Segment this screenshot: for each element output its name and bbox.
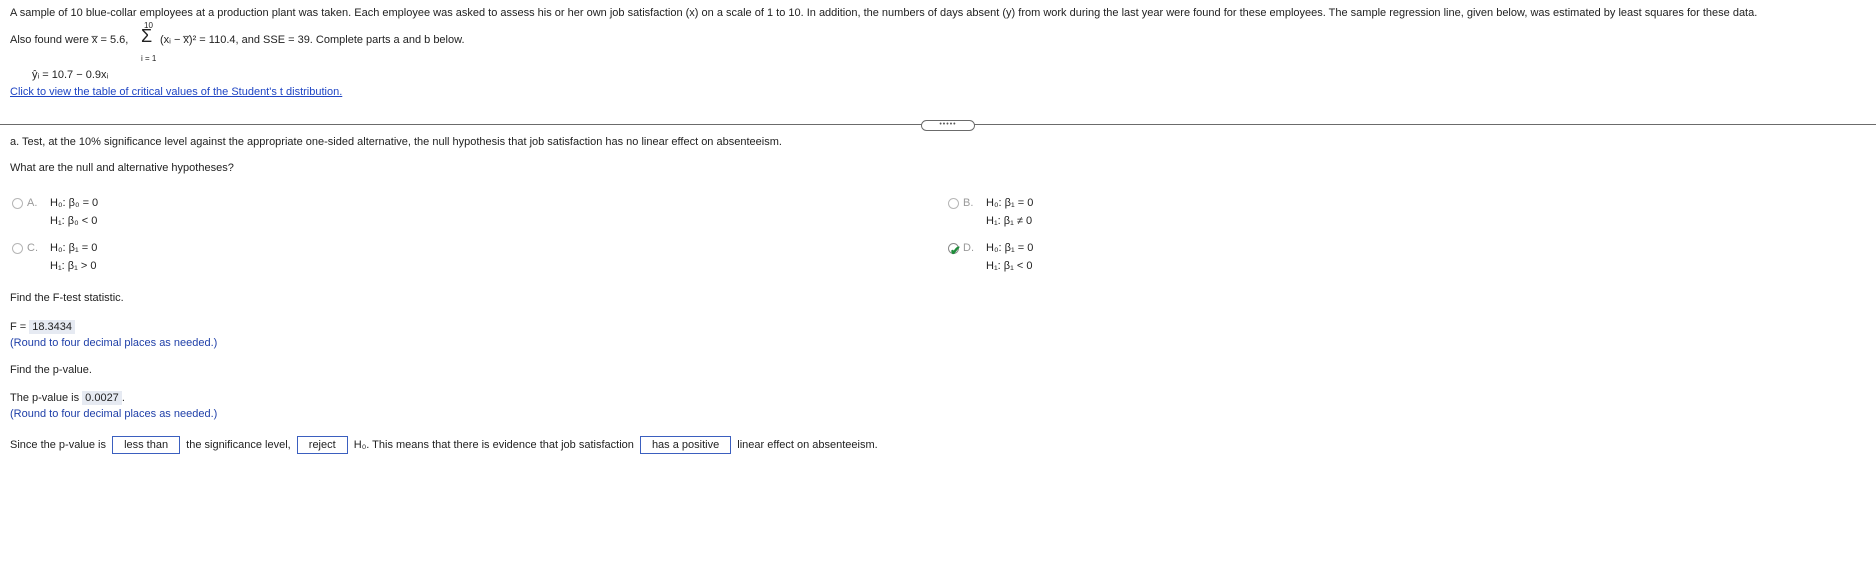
problem-intro: A sample of 10 blue-collar employees at … [10, 7, 1758, 19]
find-p-prompt: Find the p-value. [10, 364, 92, 376]
option-b-h1: H₁: β₁ ≠ 0 [986, 215, 1033, 227]
option-b-h0: H₀: β₁ = 0 [986, 197, 1034, 209]
p-period: . [121, 392, 125, 404]
option-a-h1: H₁: β₀ < 0 [50, 215, 98, 227]
conclusion-pre: Since the p-value is [10, 439, 106, 451]
option-a-h0: H₀: β₀ = 0 [50, 197, 99, 209]
option-c-h1: H₁: β₁ > 0 [50, 260, 97, 272]
collapse-handle[interactable]: ••••• [921, 120, 975, 131]
effect-dropdown[interactable]: has a positive [639, 436, 732, 454]
option-d-h0: H₀: β₁ = 0 [986, 242, 1034, 254]
t-table-link[interactable]: Click to view the table of critical valu… [10, 86, 342, 98]
f-value-field[interactable]: 18.3434 [29, 320, 76, 334]
p-label: The p-value is [10, 392, 80, 404]
radio-b[interactable] [948, 198, 959, 209]
sigma-symbol: Σ [141, 26, 153, 46]
decision-dropdown[interactable]: reject [296, 436, 348, 454]
question-a: a. Test, at the 10% significance level a… [10, 136, 782, 148]
option-d-h1: H₁: β₁ < 0 [986, 260, 1033, 272]
conclusion-mid2: H₀. This means that there is evidence th… [353, 439, 634, 451]
given-values-prefix: Also found were x̅ = 5.6, [10, 34, 129, 46]
option-b-letter: B. [963, 197, 974, 209]
given-values-suffix: (xᵢ − x̅)² = 110.4, and SSE = 39. Comple… [160, 34, 465, 46]
option-d-letter: D. [963, 242, 974, 254]
conclusion-post: linear effect on absenteeism. [737, 439, 878, 451]
f-label: F = [10, 321, 27, 333]
f-answer-line: F = 18.3434 [10, 320, 76, 334]
find-f-prompt: Find the F-test statistic. [10, 292, 124, 304]
regression-equation: ŷᵢ = 10.7 − 0.9xᵢ [32, 69, 109, 81]
radio-c[interactable] [12, 243, 23, 254]
round-note-f: (Round to four decimal places as needed.… [10, 337, 218, 349]
p-answer-line: The p-value is 0.0027. [10, 391, 125, 405]
conclusion-sentence: Since the p-value is less than the signi… [10, 436, 878, 454]
p-value-field[interactable]: 0.0027 [82, 391, 122, 405]
conclusion-mid1: the significance level, [186, 439, 291, 451]
option-c-letter: C. [27, 242, 38, 254]
round-note-p: (Round to four decimal places as needed.… [10, 408, 218, 420]
question-hypotheses: What are the null and alternative hypoth… [10, 162, 234, 174]
radio-a[interactable] [12, 198, 23, 209]
sum-lower-limit: i = 1 [141, 54, 157, 63]
comparison-dropdown[interactable]: less than [112, 436, 181, 454]
option-a-letter: A. [27, 197, 38, 209]
correct-check-icon: ✔ [950, 243, 961, 258]
option-c-h0: H₀: β₁ = 0 [50, 242, 98, 254]
